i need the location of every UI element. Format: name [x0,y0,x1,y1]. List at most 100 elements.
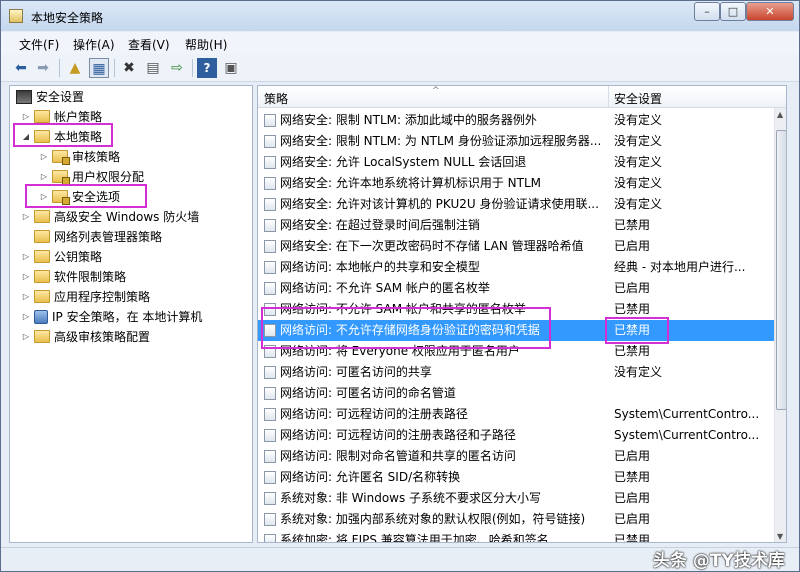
forward-icon[interactable]: ➡ [33,58,53,78]
policy-row[interactable]: 网络访问: 限制对命名管道和共享的匿名访问 已启用 [258,446,776,467]
expand-arrow-icon[interactable]: ▷ [20,268,32,286]
policy-setting: System\CurrentContro... [614,407,760,421]
back-icon[interactable]: ⬅ [11,58,31,78]
tree-item-label: 高级审核策略配置 [54,330,151,344]
policy-icon [264,219,276,232]
policy-row[interactable]: 网络访问: 可匿名访问的命名管道 [258,383,776,404]
expand-arrow-icon[interactable]: ▷ [38,148,50,166]
expand-arrow-icon[interactable]: ▷ [20,328,32,346]
tree-item-software-restriction[interactable]: ▷ 软件限制策略 [20,268,126,286]
policy-setting: 没有定义 [614,176,663,190]
column-divider[interactable] [608,86,609,108]
policy-icon [264,387,276,400]
policy-name: 网络访问: 可远程访问的注册表路径 [280,407,468,421]
policy-row[interactable]: 网络访问: 可远程访问的注册表路径 System\CurrentContro... [258,404,776,425]
column-header-setting[interactable]: 安全设置 [614,90,662,107]
tree-root[interactable]: 安全设置 [14,88,84,106]
up-folder-icon[interactable]: ▲ [65,58,85,78]
policy-setting: 没有定义 [614,197,663,211]
menu-view[interactable]: 查看(V) [128,36,170,53]
delete-icon[interactable]: ✖ [119,58,139,78]
tree-item-label: 应用程序控制策略 [54,290,151,304]
policy-setting: 已禁用 [614,470,651,484]
policy-icon [264,492,276,505]
policy-row[interactable]: 系统加密: 将 FIPS 兼容算法用于加密、哈希和签名 已禁用 [258,530,776,542]
policy-setting: 已启用 [614,491,651,505]
help-icon[interactable]: ? [197,58,217,78]
minimize-button[interactable]: – [694,2,720,21]
console-icon[interactable]: ▣ [221,58,241,78]
export-list-icon[interactable]: ⇨ [167,58,187,78]
local-security-policy-icon [9,9,23,23]
policy-icon [264,408,276,421]
policy-name: 网络访问: 可匿名访问的命名管道 [280,386,456,400]
policy-name: 网络安全: 在超过登录时间后强制注销 [280,218,480,232]
scroll-down-arrow-icon[interactable]: ▼ [777,532,783,541]
watermark: 头条 @TY技术库 [653,551,785,571]
close-button[interactable]: ✕ [746,2,794,21]
window-title: 本地安全策略 [31,11,104,25]
tree-item-public-key[interactable]: ▷ 公钥策略 [20,248,102,266]
policy-name: 网络安全: 允许 LocalSystem NULL 会话回退 [280,155,527,169]
policy-name: 网络安全: 限制 NTLM: 添加此域中的服务器例外 [280,113,537,127]
tree-item-app-control[interactable]: ▷ 应用程序控制策略 [20,288,150,306]
expand-arrow-icon[interactable]: ▷ [20,288,32,306]
policy-icon [264,513,276,526]
highlight-box-setting-value [605,317,669,344]
policy-row[interactable]: 网络访问: 本地帐户的共享和安全模型 经典 - 对本地用户进行... [258,257,776,278]
policy-row[interactable]: 系统对象: 加强内部系统对象的默认权限(例如，符号链接) 已启用 [258,509,776,530]
title-bar[interactable]: 本地安全策略 – □ ✕ [1,1,799,31]
policy-row[interactable]: 网络安全: 限制 NTLM: 为 NTLM 身份验证添加远程服务器... 没有定义 [258,131,776,152]
highlight-box-local-policy [13,123,113,147]
tree-root-label: 安全设置 [36,90,85,104]
menu-help[interactable]: 帮助(H) [185,36,227,53]
expand-arrow-icon[interactable]: ▷ [20,308,32,326]
policy-row[interactable]: 网络安全: 限制 NTLM: 添加此域中的服务器例外 没有定义 [258,110,776,131]
policy-row[interactable]: 网络安全: 允许本地系统将计算机标识用于 NTLM 没有定义 [258,173,776,194]
policy-setting: 已禁用 [614,344,651,358]
policy-row[interactable]: 网络访问: 可匿名访问的共享 没有定义 [258,362,776,383]
ip-security-icon [34,310,48,324]
menu-action[interactable]: 操作(A) [73,36,115,53]
tree-item-ip-security[interactable]: ▷ IP 安全策略，在 本地计算机 [20,308,202,326]
maximize-button[interactable]: □ [720,2,746,21]
policy-name: 系统对象: 非 Windows 子系统不要求区分大小写 [280,491,542,505]
tree-item-label: IP 安全策略，在 本地计算机 [52,310,203,324]
folder-icon [34,110,50,123]
folder-icon [52,150,70,165]
expand-arrow-icon[interactable]: ▷ [20,208,32,226]
policy-row[interactable]: 网络安全: 在超过登录时间后强制注销 已禁用 [258,215,776,236]
policy-icon [264,450,276,463]
show-hide-tree-icon[interactable]: ▦ [89,58,109,78]
policy-name: 网络安全: 允许本地系统将计算机标识用于 NTLM [280,176,542,190]
policy-setting: 已启用 [614,449,651,463]
policy-row[interactable]: 系统对象: 非 Windows 子系统不要求区分大小写 已启用 [258,488,776,509]
policy-row[interactable]: 网络访问: 允许匿名 SID/名称转换 已禁用 [258,467,776,488]
vertical-scrollbar[interactable]: ▲ ▼ [774,108,786,542]
policy-setting: System\CurrentContro... [614,428,760,442]
policy-row[interactable]: 网络安全: 在下一次更改密码时不存储 LAN 管理器哈希值 已启用 [258,236,776,257]
policy-name: 网络安全: 在下一次更改密码时不存储 LAN 管理器哈希值 [280,239,584,253]
policy-name: 网络安全: 允许对该计算机的 PKU2U 身份验证请求使用联... [280,197,599,211]
computer-icon [16,90,32,104]
expand-arrow-icon[interactable]: ▷ [20,248,32,266]
scrollbar-thumb[interactable] [776,130,786,410]
tree-item-label: 网络列表管理器策略 [54,230,163,244]
policy-row[interactable]: 网络访问: 不允许 SAM 帐户的匿名枚举 已启用 [258,278,776,299]
tree-item-label: 高级安全 Windows 防火墙 [54,210,200,224]
menu-file[interactable]: 文件(F) [19,36,59,53]
policy-row[interactable]: 网络安全: 允许 LocalSystem NULL 会话回退 没有定义 [258,152,776,173]
scroll-up-arrow-icon[interactable]: ▲ [777,110,783,119]
properties-icon[interactable]: ▤ [143,58,163,78]
tree-item-firewall[interactable]: ▷ 高级安全 Windows 防火墙 [20,208,199,226]
tree-item-advanced-audit[interactable]: ▷ 高级审核策略配置 [20,328,150,346]
policy-row[interactable]: 网络安全: 允许对该计算机的 PKU2U 身份验证请求使用联... 没有定义 [258,194,776,215]
policy-name: 系统对象: 加强内部系统对象的默认权限(例如，符号链接) [280,512,586,526]
tree-item-network-list[interactable]: 网络列表管理器策略 [20,228,162,246]
folder-icon [34,230,50,243]
policy-icon [264,282,276,295]
tree-item-label: 公钥策略 [54,250,103,264]
policy-row[interactable]: 网络访问: 可远程访问的注册表路径和子路径 System\CurrentContr… [258,425,776,446]
tree-item-audit-policy[interactable]: ▷ 审核策略 [38,148,120,166]
column-header-policy[interactable]: 策略 [264,90,288,107]
